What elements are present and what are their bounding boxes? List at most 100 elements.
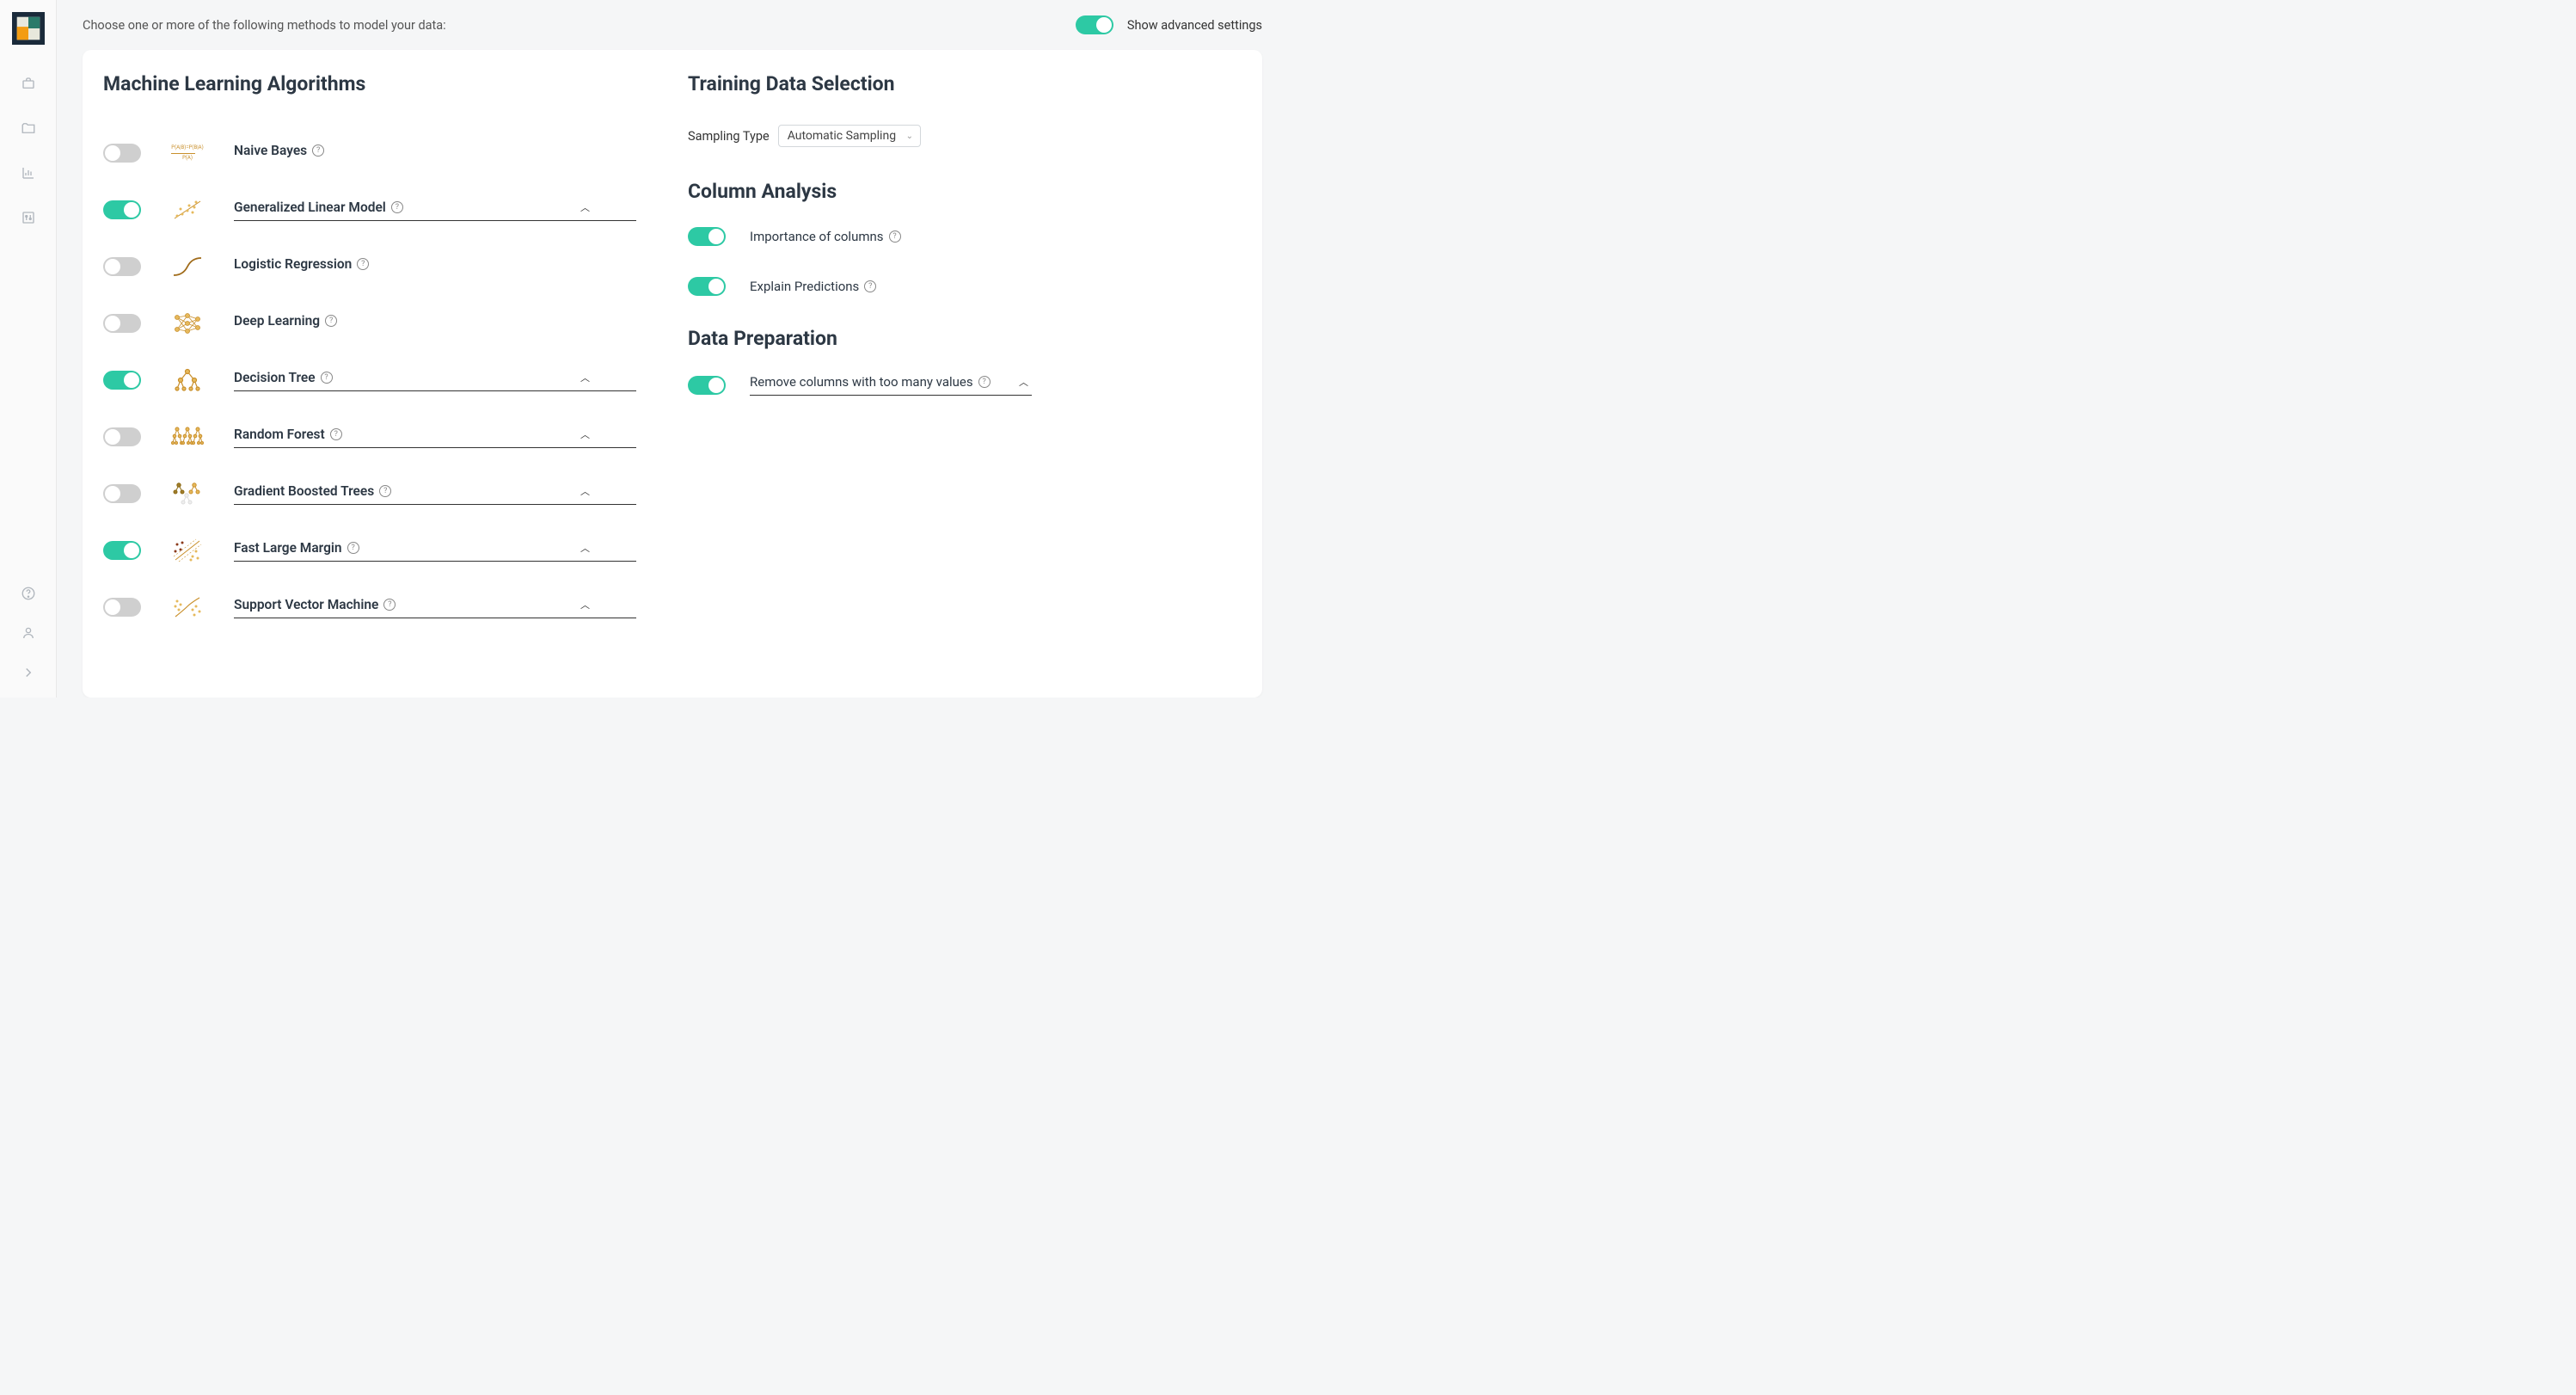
remove-cols-row: Remove columns with too many values ? ︿ bbox=[688, 374, 1032, 396]
sliders-icon[interactable] bbox=[21, 210, 36, 225]
logistic-icon bbox=[165, 249, 210, 284]
deep-learning-icon bbox=[165, 306, 210, 341]
sampling-value: Automatic Sampling bbox=[788, 129, 896, 143]
help-tooltip-icon[interactable]: ? bbox=[383, 599, 396, 611]
importance-label: Importance of columns ? bbox=[750, 229, 901, 244]
help-tooltip-icon[interactable]: ? bbox=[864, 280, 876, 292]
algorithm-label-wrap[interactable]: Fast Large Margin? ︿ bbox=[234, 540, 636, 562]
algorithms-heading: Machine Learning Algorithms bbox=[103, 72, 636, 95]
algorithm-toggle-decision-tree[interactable] bbox=[103, 371, 141, 390]
help-tooltip-icon[interactable]: ? bbox=[379, 485, 391, 497]
algorithm-toggle-glm[interactable] bbox=[103, 200, 141, 219]
chevron-right-icon[interactable] bbox=[21, 665, 36, 680]
sampling-row: Sampling Type Automatic Sampling ⌄ bbox=[688, 125, 1032, 147]
help-tooltip-icon[interactable]: ? bbox=[978, 376, 991, 388]
svm-icon bbox=[165, 590, 210, 624]
algorithm-label-wrap[interactable]: Support Vector Machine? ︿ bbox=[234, 597, 636, 618]
algorithm-label-wrap: Deep Learning? bbox=[234, 313, 636, 334]
importance-row: Importance of columns ? bbox=[688, 227, 1032, 246]
algorithm-row-random-forest: Random Forest? ︿ bbox=[103, 409, 636, 465]
algorithm-label-wrap[interactable]: Generalized Linear Model? ︿ bbox=[234, 200, 636, 221]
chevron-up-icon[interactable]: ︿ bbox=[577, 200, 593, 214]
advanced-settings-label: Show advanced settings bbox=[1127, 18, 1262, 33]
help-icon[interactable] bbox=[21, 586, 36, 601]
user-icon[interactable] bbox=[21, 625, 36, 641]
logo bbox=[12, 12, 45, 45]
remove-cols-toggle[interactable] bbox=[688, 376, 726, 395]
explain-toggle[interactable] bbox=[688, 277, 726, 296]
algorithm-list: P(A|B)=P(B|A)P(A) Naive Bayes? Generalized… bbox=[103, 125, 636, 636]
algorithm-label: Generalized Linear Model? bbox=[234, 200, 403, 215]
algorithm-toggle-flm[interactable] bbox=[103, 541, 141, 560]
right-column: Training Data Selection Sampling Type Au… bbox=[688, 72, 1032, 672]
help-tooltip-icon[interactable]: ? bbox=[357, 258, 369, 270]
column-analysis-heading: Column Analysis bbox=[688, 180, 1032, 203]
chevron-up-icon[interactable]: ︿ bbox=[577, 371, 593, 384]
sidebar bbox=[0, 0, 57, 698]
chart-icon[interactable] bbox=[21, 165, 36, 181]
algorithm-row-decision-tree: Decision Tree? ︿ bbox=[103, 352, 636, 409]
random-forest-icon bbox=[165, 420, 210, 454]
algorithm-row-naive-bayes: P(A|B)=P(B|A)P(A) Naive Bayes? bbox=[103, 125, 636, 181]
chevron-up-icon[interactable]: ︿ bbox=[577, 484, 593, 498]
algorithm-row-svm: Support Vector Machine? ︿ bbox=[103, 579, 636, 636]
help-tooltip-icon[interactable]: ? bbox=[889, 230, 901, 243]
help-tooltip-icon[interactable]: ? bbox=[321, 372, 333, 384]
remove-cols-label: Remove columns with too many values ? bbox=[750, 374, 991, 390]
algorithm-label: Naive Bayes? bbox=[234, 143, 324, 158]
chevron-up-icon[interactable]: ︿ bbox=[577, 427, 593, 441]
chevron-up-icon[interactable]: ︿ bbox=[577, 541, 593, 555]
algorithm-label: Random Forest? bbox=[234, 427, 342, 442]
importance-toggle[interactable] bbox=[688, 227, 726, 246]
algorithm-toggle-deep-learning[interactable] bbox=[103, 314, 141, 333]
training-heading: Training Data Selection bbox=[688, 72, 1032, 95]
explain-label: Explain Predictions ? bbox=[750, 279, 876, 294]
algorithm-label: Deep Learning? bbox=[234, 313, 337, 329]
algorithm-toggle-logistic[interactable] bbox=[103, 257, 141, 276]
help-tooltip-icon[interactable]: ? bbox=[391, 201, 403, 213]
help-tooltip-icon[interactable]: ? bbox=[325, 315, 337, 327]
help-tooltip-icon[interactable]: ? bbox=[347, 542, 359, 554]
algorithm-label-wrap[interactable]: Gradient Boosted Trees? ︿ bbox=[234, 483, 636, 505]
help-tooltip-icon[interactable]: ? bbox=[330, 428, 342, 440]
top-row: Choose one or more of the following meth… bbox=[83, 15, 1262, 34]
advanced-settings-toggle-wrap: Show advanced settings bbox=[1076, 15, 1262, 34]
algorithm-toggle-svm[interactable] bbox=[103, 598, 141, 617]
algorithm-label: Support Vector Machine? bbox=[234, 597, 396, 612]
instruction-text: Choose one or more of the following meth… bbox=[83, 18, 446, 33]
chevron-up-icon[interactable]: ︿ bbox=[577, 598, 593, 611]
algorithm-toggle-naive-bayes[interactable] bbox=[103, 144, 141, 163]
algorithm-row-flm: Fast Large Margin? ︿ bbox=[103, 522, 636, 579]
sampling-label: Sampling Type bbox=[688, 129, 770, 144]
algorithm-label: Decision Tree? bbox=[234, 370, 333, 385]
algorithms-column: Machine Learning Algorithms P(A|B)=P(B|A… bbox=[103, 72, 636, 672]
briefcase-icon[interactable] bbox=[21, 76, 36, 91]
algorithm-label: Gradient Boosted Trees? bbox=[234, 483, 391, 499]
algorithm-row-glm: Generalized Linear Model? ︿ bbox=[103, 181, 636, 238]
algorithm-label-wrap: Logistic Regression? bbox=[234, 256, 636, 277]
help-tooltip-icon[interactable]: ? bbox=[312, 144, 324, 157]
algorithm-row-deep-learning: Deep Learning? bbox=[103, 295, 636, 352]
algorithm-label: Logistic Regression? bbox=[234, 256, 369, 272]
sampling-select[interactable]: Automatic Sampling ⌄ bbox=[778, 125, 921, 147]
folder-icon[interactable] bbox=[21, 120, 36, 136]
chevron-down-icon: ⌄ bbox=[906, 132, 913, 141]
algorithm-row-logistic: Logistic Regression? bbox=[103, 238, 636, 295]
flm-icon bbox=[165, 533, 210, 568]
algorithm-row-gbt: Gradient Boosted Trees? ︿ bbox=[103, 465, 636, 522]
algorithm-toggle-gbt[interactable] bbox=[103, 484, 141, 503]
algorithm-label: Fast Large Margin? bbox=[234, 540, 359, 556]
data-prep-heading: Data Preparation bbox=[688, 327, 1032, 350]
gbt-icon bbox=[165, 476, 210, 511]
naive-bayes-icon: P(A|B)=P(B|A)P(A) bbox=[165, 136, 210, 170]
algorithm-label-wrap: Naive Bayes? bbox=[234, 143, 636, 163]
main-content: Choose one or more of the following meth… bbox=[57, 0, 1288, 698]
settings-card: Machine Learning Algorithms P(A|B)=P(B|A… bbox=[83, 50, 1262, 698]
algorithm-label-wrap[interactable]: Decision Tree? ︿ bbox=[234, 370, 636, 391]
algorithm-label-wrap[interactable]: Random Forest? ︿ bbox=[234, 427, 636, 448]
glm-icon bbox=[165, 193, 210, 227]
advanced-settings-toggle[interactable] bbox=[1076, 15, 1113, 34]
algorithm-toggle-random-forest[interactable] bbox=[103, 427, 141, 446]
chevron-up-icon[interactable]: ︿ bbox=[1015, 375, 1032, 389]
decision-tree-icon bbox=[165, 363, 210, 397]
